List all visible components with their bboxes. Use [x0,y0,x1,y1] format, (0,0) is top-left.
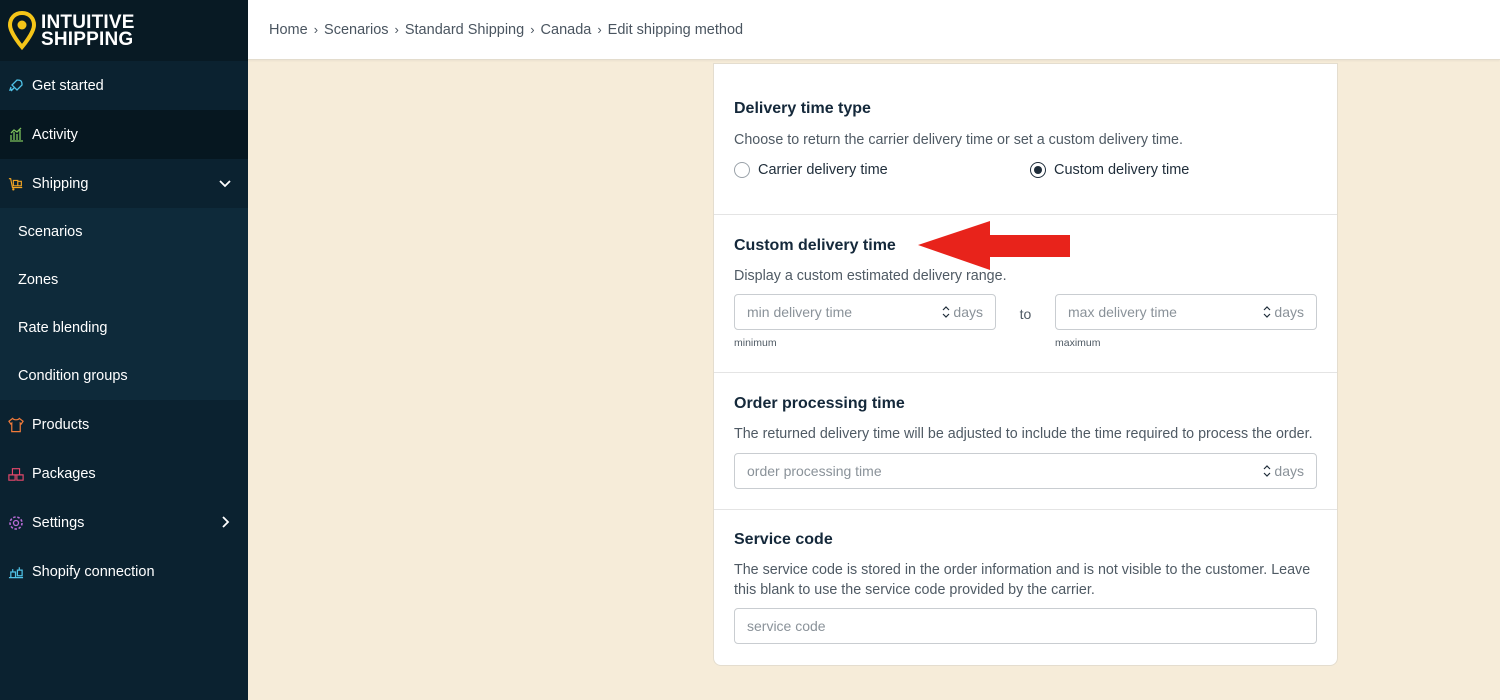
min-hint: minimum [734,337,777,349]
section-title: Delivery time type [734,100,871,117]
number-spinner-icon[interactable] [1262,305,1272,319]
sidebar-item-shipping[interactable]: Shipping [0,159,248,208]
chevron-right-icon: › [530,22,535,37]
min-delivery-time-input[interactable]: min delivery time days [734,294,996,330]
sidebar-item-label: Settings [32,514,85,531]
range-separator: to [1019,306,1032,322]
sidebar-item-rate-blending[interactable]: Rate blending [0,304,248,352]
radio-unchecked[interactable] [734,162,750,178]
number-spinner-icon[interactable] [1262,464,1272,478]
input-placeholder: max delivery time [1068,304,1177,320]
chevron-right-icon[interactable] [218,515,232,529]
radio-carrier-delivery-time[interactable]: Carrier delivery time [734,162,1030,178]
sidebar-item-label: Get started [32,77,104,94]
chevron-right-icon: › [597,22,602,37]
section-title: Service code [734,531,833,548]
annotation-arrow-icon [918,221,1070,270]
boxes-icon [8,466,24,482]
app-logo[interactable]: INTUITIVE SHIPPING [0,0,248,61]
input-placeholder: service code [747,618,826,634]
shipping-method-form: Delivery time type Choose to return the … [713,63,1338,666]
service-code-section: Service code The service code is stored … [714,510,1337,666]
sidebar-item-zones[interactable]: Zones [0,256,248,304]
section-description: The service code is stored in the order … [734,562,1311,598]
breadcrumb-scenarios[interactable]: Scenarios [324,22,388,38]
service-code-input[interactable]: service code [734,608,1317,644]
number-spinner-icon[interactable] [941,305,951,319]
chevron-right-icon: › [394,22,399,37]
sidebar-item-condition-groups[interactable]: Condition groups [0,352,248,400]
sidebar-item-scenarios[interactable]: Scenarios [0,208,248,256]
radio-label: Carrier delivery time [758,162,888,178]
sidebar-item-activity[interactable]: Activity [0,110,248,159]
order-processing-time-input[interactable]: order processing time days [734,453,1317,489]
chevron-down-icon[interactable] [218,176,232,190]
shipping-submenu: Scenarios Zones Rate blending Condition … [0,208,248,400]
sidebar-item-label: Shopify connection [32,563,155,580]
gear-icon [8,515,24,531]
section-description: The returned delivery time will be adjus… [734,426,1313,442]
sidebar: INTUITIVE SHIPPING Get started Activity … [0,0,248,700]
max-delivery-time-input[interactable]: max delivery time days [1055,294,1317,330]
radio-checked[interactable] [1030,162,1046,178]
sidebar-item-get-started[interactable]: Get started [0,61,248,110]
input-placeholder: min delivery time [747,304,853,320]
sidebar-item-label: Products [32,416,90,433]
plug-icon [8,564,24,580]
sidebar-item-label: Packages [32,465,96,482]
sidebar-item-settings[interactable]: Settings [0,498,248,547]
logo-line-1: INTUITIVE [41,11,135,33]
sidebar-item-label: Activity [32,126,78,143]
order-processing-time-section: Order processing time The returned deliv… [714,373,1337,510]
hand-truck-icon [8,176,24,192]
section-description: Choose to return the carrier delivery ti… [734,132,1183,148]
breadcrumb-canada[interactable]: Canada [541,22,592,38]
logo-line-2: SHIPPING [41,28,134,50]
unit-suffix: days [1274,304,1304,320]
sidebar-item-products[interactable]: Products [0,400,248,449]
breadcrumb: Home › Scenarios › Standard Shipping › C… [248,0,1500,60]
sidebar-item-label: Shipping [32,175,89,192]
input-placeholder: order processing time [747,463,882,479]
max-hint: maximum [1055,337,1101,349]
unit-suffix: days [1274,463,1304,479]
breadcrumb-home[interactable]: Home [269,22,308,38]
sidebar-item-packages[interactable]: Packages [0,449,248,498]
radio-label: Custom delivery time [1054,162,1190,178]
unit-suffix: days [953,304,983,320]
bar-chart-icon [8,127,24,143]
sidebar-item-shopify-connection[interactable]: Shopify connection [0,547,248,596]
chevron-right-icon: › [313,22,319,37]
rocket-icon [8,78,24,94]
delivery-time-type-section: Delivery time type Choose to return the … [714,64,1337,215]
breadcrumb-current: Edit shipping method [607,21,744,38]
location-pin-icon [8,10,36,50]
radio-custom-delivery-time[interactable]: Custom delivery time [1030,162,1189,178]
section-title: Order processing time [734,395,905,412]
shirt-icon [8,416,24,433]
breadcrumb-standard-shipping[interactable]: Standard Shipping [405,22,524,38]
